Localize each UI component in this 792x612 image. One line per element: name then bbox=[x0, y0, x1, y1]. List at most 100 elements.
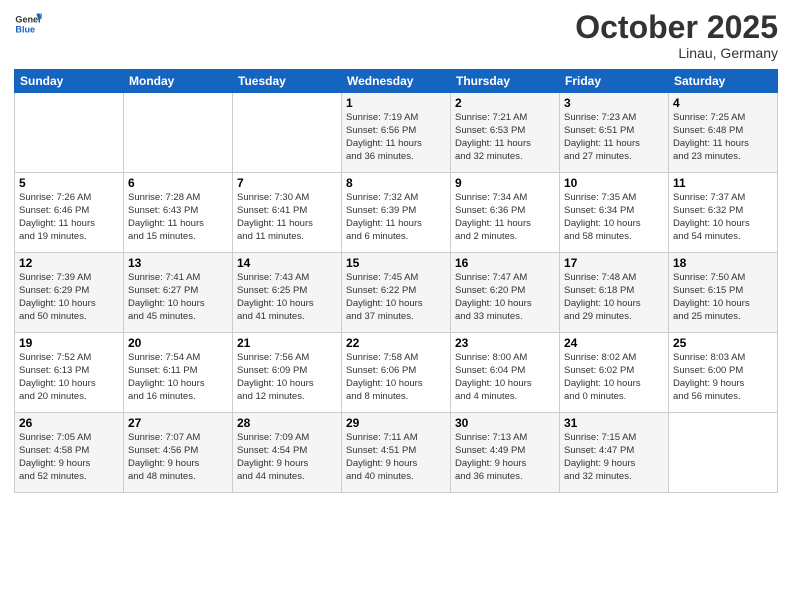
cell-info: Sunrise: 7:26 AM Sunset: 6:46 PM Dayligh… bbox=[19, 192, 119, 243]
calendar-table: Sunday Monday Tuesday Wednesday Thursday… bbox=[14, 69, 778, 493]
cell-date: 14 bbox=[237, 256, 337, 270]
cell-4-6: 24 Sunrise: 8:02 AM Sunset: 6:02 PM Dayli… bbox=[560, 333, 669, 413]
cell-4-3: 21 Sunrise: 7:56 AM Sunset: 6:09 PM Dayli… bbox=[233, 333, 342, 413]
cell-info: Sunrise: 8:03 AM Sunset: 6:00 PM Dayligh… bbox=[673, 352, 773, 403]
title-block: October 2025 Linau, Germany bbox=[575, 10, 778, 61]
cell-date: 7 bbox=[237, 176, 337, 190]
cell-info: Sunrise: 8:02 AM Sunset: 6:02 PM Dayligh… bbox=[564, 352, 664, 403]
cell-date: 3 bbox=[564, 96, 664, 110]
col-thursday: Thursday bbox=[451, 70, 560, 93]
week-row-5: 26 Sunrise: 7:05 AM Sunset: 4:58 PM Dayli… bbox=[15, 413, 778, 493]
cell-info: Sunrise: 7:05 AM Sunset: 4:58 PM Dayligh… bbox=[19, 432, 119, 483]
cell-date: 15 bbox=[346, 256, 446, 270]
col-tuesday: Tuesday bbox=[233, 70, 342, 93]
cell-1-3 bbox=[233, 93, 342, 173]
cell-3-3: 14Sunrise: 7:43 AM Sunset: 6:25 PM Dayli… bbox=[233, 253, 342, 333]
calendar-header-row: Sunday Monday Tuesday Wednesday Thursday… bbox=[15, 70, 778, 93]
cell-5-1: 26 Sunrise: 7:05 AM Sunset: 4:58 PM Dayli… bbox=[15, 413, 124, 493]
cell-info: Sunrise: 7:34 AM Sunset: 6:36 PM Dayligh… bbox=[455, 192, 555, 243]
cell-2-6: 10 Sunrise: 7:35 AM Sunset: 6:34 PM Dayli… bbox=[560, 173, 669, 253]
cell-info: Sunrise: 7:39 AM Sunset: 6:29 PM Dayligh… bbox=[19, 272, 119, 323]
cell-info: Sunrise: 7:56 AM Sunset: 6:09 PM Dayligh… bbox=[237, 352, 337, 403]
col-friday: Friday bbox=[560, 70, 669, 93]
cell-2-7: 11 Sunrise: 7:37 AM Sunset: 6:32 PM Dayli… bbox=[669, 173, 778, 253]
col-sunday: Sunday bbox=[15, 70, 124, 93]
cell-5-7 bbox=[669, 413, 778, 493]
cell-date: 6 bbox=[128, 176, 228, 190]
cell-5-2: 27 Sunrise: 7:07 AM Sunset: 4:56 PM Dayli… bbox=[124, 413, 233, 493]
cell-3-7: 18 Sunrise: 7:50 AM Sunset: 6:15 PM Dayli… bbox=[669, 253, 778, 333]
cell-date: 8 bbox=[346, 176, 446, 190]
cell-5-6: 31Sunrise: 7:15 AM Sunset: 4:47 PM Dayli… bbox=[560, 413, 669, 493]
cell-3-1: 12 Sunrise: 7:39 AM Sunset: 6:29 PM Dayli… bbox=[15, 253, 124, 333]
cell-2-1: 5 Sunrise: 7:26 AM Sunset: 6:46 PM Daylig… bbox=[15, 173, 124, 253]
cell-date: 16 bbox=[455, 256, 555, 270]
week-row-4: 19Sunrise: 7:52 AM Sunset: 6:13 PM Dayli… bbox=[15, 333, 778, 413]
cell-2-2: 6Sunrise: 7:28 AM Sunset: 6:43 PM Daylig… bbox=[124, 173, 233, 253]
cell-4-4: 22Sunrise: 7:58 AM Sunset: 6:06 PM Dayli… bbox=[342, 333, 451, 413]
cell-date: 9 bbox=[455, 176, 555, 190]
cell-2-3: 7 Sunrise: 7:30 AM Sunset: 6:41 PM Daylig… bbox=[233, 173, 342, 253]
cell-1-1 bbox=[15, 93, 124, 173]
cell-info: Sunrise: 7:23 AM Sunset: 6:51 PM Dayligh… bbox=[564, 112, 664, 163]
cell-date: 30 bbox=[455, 416, 555, 430]
cell-date: 28 bbox=[237, 416, 337, 430]
cell-date: 11 bbox=[673, 176, 773, 190]
cell-info: Sunrise: 7:32 AM Sunset: 6:39 PM Dayligh… bbox=[346, 192, 446, 243]
cell-5-3: 28Sunrise: 7:09 AM Sunset: 4:54 PM Dayli… bbox=[233, 413, 342, 493]
cell-date: 18 bbox=[673, 256, 773, 270]
cell-3-4: 15 Sunrise: 7:45 AM Sunset: 6:22 PM Dayli… bbox=[342, 253, 451, 333]
header: General Blue October 2025 Linau, Germany bbox=[14, 10, 778, 61]
cell-2-5: 9 Sunrise: 7:34 AM Sunset: 6:36 PM Daylig… bbox=[451, 173, 560, 253]
cell-info: Sunrise: 7:30 AM Sunset: 6:41 PM Dayligh… bbox=[237, 192, 337, 243]
cell-1-2 bbox=[124, 93, 233, 173]
cell-info: Sunrise: 7:25 AM Sunset: 6:48 PM Dayligh… bbox=[673, 112, 773, 163]
month-title: October 2025 bbox=[575, 10, 778, 45]
cell-date: 21 bbox=[237, 336, 337, 350]
cell-info: Sunrise: 7:58 AM Sunset: 6:06 PM Dayligh… bbox=[346, 352, 446, 403]
cell-4-5: 23 Sunrise: 8:00 AM Sunset: 6:04 PM Dayli… bbox=[451, 333, 560, 413]
cell-date: 27 bbox=[128, 416, 228, 430]
cell-3-6: 17 Sunrise: 7:48 AM Sunset: 6:18 PM Dayli… bbox=[560, 253, 669, 333]
cell-date: 25 bbox=[673, 336, 773, 350]
cell-info: Sunrise: 8:00 AM Sunset: 6:04 PM Dayligh… bbox=[455, 352, 555, 403]
col-wednesday: Wednesday bbox=[342, 70, 451, 93]
cell-date: 1 bbox=[346, 96, 446, 110]
cell-5-5: 30 Sunrise: 7:13 AM Sunset: 4:49 PM Dayli… bbox=[451, 413, 560, 493]
cell-1-7: 4 Sunrise: 7:25 AM Sunset: 6:48 PM Daylig… bbox=[669, 93, 778, 173]
cell-date: 12 bbox=[19, 256, 119, 270]
cell-4-7: 25 Sunrise: 8:03 AM Sunset: 6:00 PM Dayli… bbox=[669, 333, 778, 413]
cell-1-4: 1Sunrise: 7:19 AM Sunset: 6:56 PM Daylig… bbox=[342, 93, 451, 173]
cell-4-2: 20 Sunrise: 7:54 AM Sunset: 6:11 PM Dayli… bbox=[124, 333, 233, 413]
cell-date: 26 bbox=[19, 416, 119, 430]
cell-info: Sunrise: 7:37 AM Sunset: 6:32 PM Dayligh… bbox=[673, 192, 773, 243]
cell-date: 29 bbox=[346, 416, 446, 430]
cell-info: Sunrise: 7:15 AM Sunset: 4:47 PM Dayligh… bbox=[564, 432, 664, 483]
cell-info: Sunrise: 7:45 AM Sunset: 6:22 PM Dayligh… bbox=[346, 272, 446, 323]
cell-info: Sunrise: 7:07 AM Sunset: 4:56 PM Dayligh… bbox=[128, 432, 228, 483]
cell-date: 13 bbox=[128, 256, 228, 270]
cell-date: 17 bbox=[564, 256, 664, 270]
cell-date: 4 bbox=[673, 96, 773, 110]
cell-info: Sunrise: 7:47 AM Sunset: 6:20 PM Dayligh… bbox=[455, 272, 555, 323]
cell-info: Sunrise: 7:35 AM Sunset: 6:34 PM Dayligh… bbox=[564, 192, 664, 243]
cell-info: Sunrise: 7:13 AM Sunset: 4:49 PM Dayligh… bbox=[455, 432, 555, 483]
cell-info: Sunrise: 7:54 AM Sunset: 6:11 PM Dayligh… bbox=[128, 352, 228, 403]
week-row-2: 5 Sunrise: 7:26 AM Sunset: 6:46 PM Daylig… bbox=[15, 173, 778, 253]
cell-date: 23 bbox=[455, 336, 555, 350]
cell-info: Sunrise: 7:48 AM Sunset: 6:18 PM Dayligh… bbox=[564, 272, 664, 323]
cell-info: Sunrise: 7:11 AM Sunset: 4:51 PM Dayligh… bbox=[346, 432, 446, 483]
cell-date: 20 bbox=[128, 336, 228, 350]
cell-info: Sunrise: 7:41 AM Sunset: 6:27 PM Dayligh… bbox=[128, 272, 228, 323]
week-row-3: 12 Sunrise: 7:39 AM Sunset: 6:29 PM Dayli… bbox=[15, 253, 778, 333]
cell-date: 24 bbox=[564, 336, 664, 350]
cell-info: Sunrise: 7:21 AM Sunset: 6:53 PM Dayligh… bbox=[455, 112, 555, 163]
col-monday: Monday bbox=[124, 70, 233, 93]
cell-info: Sunrise: 7:50 AM Sunset: 6:15 PM Dayligh… bbox=[673, 272, 773, 323]
col-saturday: Saturday bbox=[669, 70, 778, 93]
cell-date: 10 bbox=[564, 176, 664, 190]
cell-date: 5 bbox=[19, 176, 119, 190]
cell-date: 19 bbox=[19, 336, 119, 350]
week-row-1: 1Sunrise: 7:19 AM Sunset: 6:56 PM Daylig… bbox=[15, 93, 778, 173]
svg-text:Blue: Blue bbox=[15, 24, 35, 34]
